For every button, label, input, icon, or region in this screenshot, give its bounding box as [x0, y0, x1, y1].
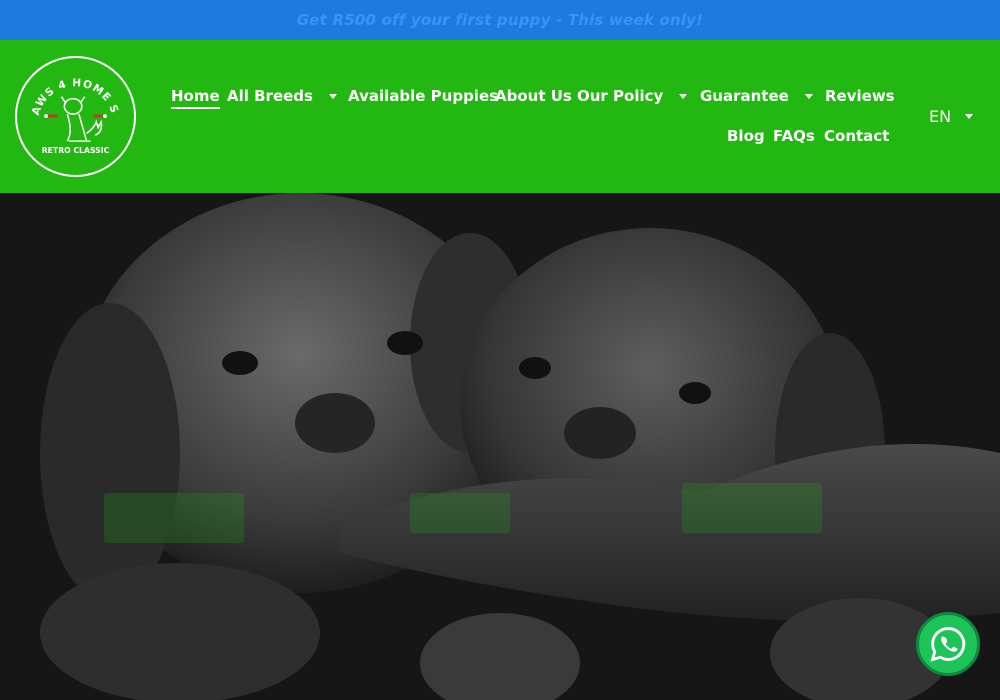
promo-text: Get R500 off your first puppy - This wee… — [296, 11, 704, 29]
dog-cat-icon — [60, 96, 103, 142]
nav-blog-label: Blog — [727, 127, 765, 145]
chevron-down-icon[interactable] — [965, 114, 974, 119]
nav-guarantee[interactable]: Guarantee — [700, 87, 813, 105]
nav-our-policy[interactable]: Our Policy — [577, 87, 688, 105]
logo-top-text: PAWS 4 HOME SA — [17, 58, 121, 117]
nav-available-puppies-label: Available Puppies — [348, 87, 499, 105]
language-label: EN — [929, 107, 952, 126]
nav-home[interactable]: Home — [171, 87, 220, 109]
hero-section — [0, 193, 1000, 700]
nav-contact[interactable]: Contact — [824, 127, 889, 145]
promo-bar: Get R500 off your first puppy - This wee… — [0, 0, 1000, 40]
nav-contact-label: Contact — [824, 127, 890, 145]
hero-button-left[interactable] — [104, 493, 244, 543]
whatsapp-icon — [930, 627, 966, 662]
nav-about-us-label: About Us — [495, 87, 572, 105]
nav-faqs-label: FAQs — [773, 127, 815, 145]
nav-reviews-label: Reviews — [825, 87, 895, 105]
svg-text:PAWS 4 HOME SA: PAWS 4 HOME SA — [17, 58, 122, 117]
nav-blog[interactable]: Blog — [727, 127, 765, 145]
whatsapp-button[interactable] — [916, 612, 980, 676]
nav-reviews[interactable]: Reviews — [825, 87, 895, 105]
chevron-down-icon[interactable] — [328, 93, 337, 99]
nav-guarantee-label: Guarantee — [700, 87, 789, 105]
chevron-down-icon[interactable] — [679, 93, 688, 99]
nav-about-us[interactable]: About Us — [495, 87, 572, 105]
hero-button-right[interactable] — [682, 483, 822, 533]
nav-faqs[interactable]: FAQs — [773, 127, 815, 145]
nav-all-breeds-label: All Breeds — [227, 87, 313, 105]
nav-our-policy-label: Our Policy — [577, 87, 664, 105]
site-logo[interactable]: PAWS 4 HOME SA RETRO CLASSIC — [15, 56, 136, 177]
logo-bottom-text: RETRO CLASSIC — [42, 146, 110, 155]
puppies-photo — [0, 193, 1000, 700]
language-selector[interactable]: EN — [929, 107, 974, 126]
site-header: PAWS 4 HOME SA RETRO CLASSIC Home All Br… — [0, 40, 1000, 193]
chevron-down-icon[interactable] — [804, 93, 813, 99]
hero-button-center[interactable] — [410, 493, 510, 533]
nav-available-puppies[interactable]: Available Puppies — [348, 87, 498, 105]
nav-home-label: Home — [171, 87, 220, 109]
nav-all-breeds[interactable]: All Breeds — [227, 87, 337, 105]
